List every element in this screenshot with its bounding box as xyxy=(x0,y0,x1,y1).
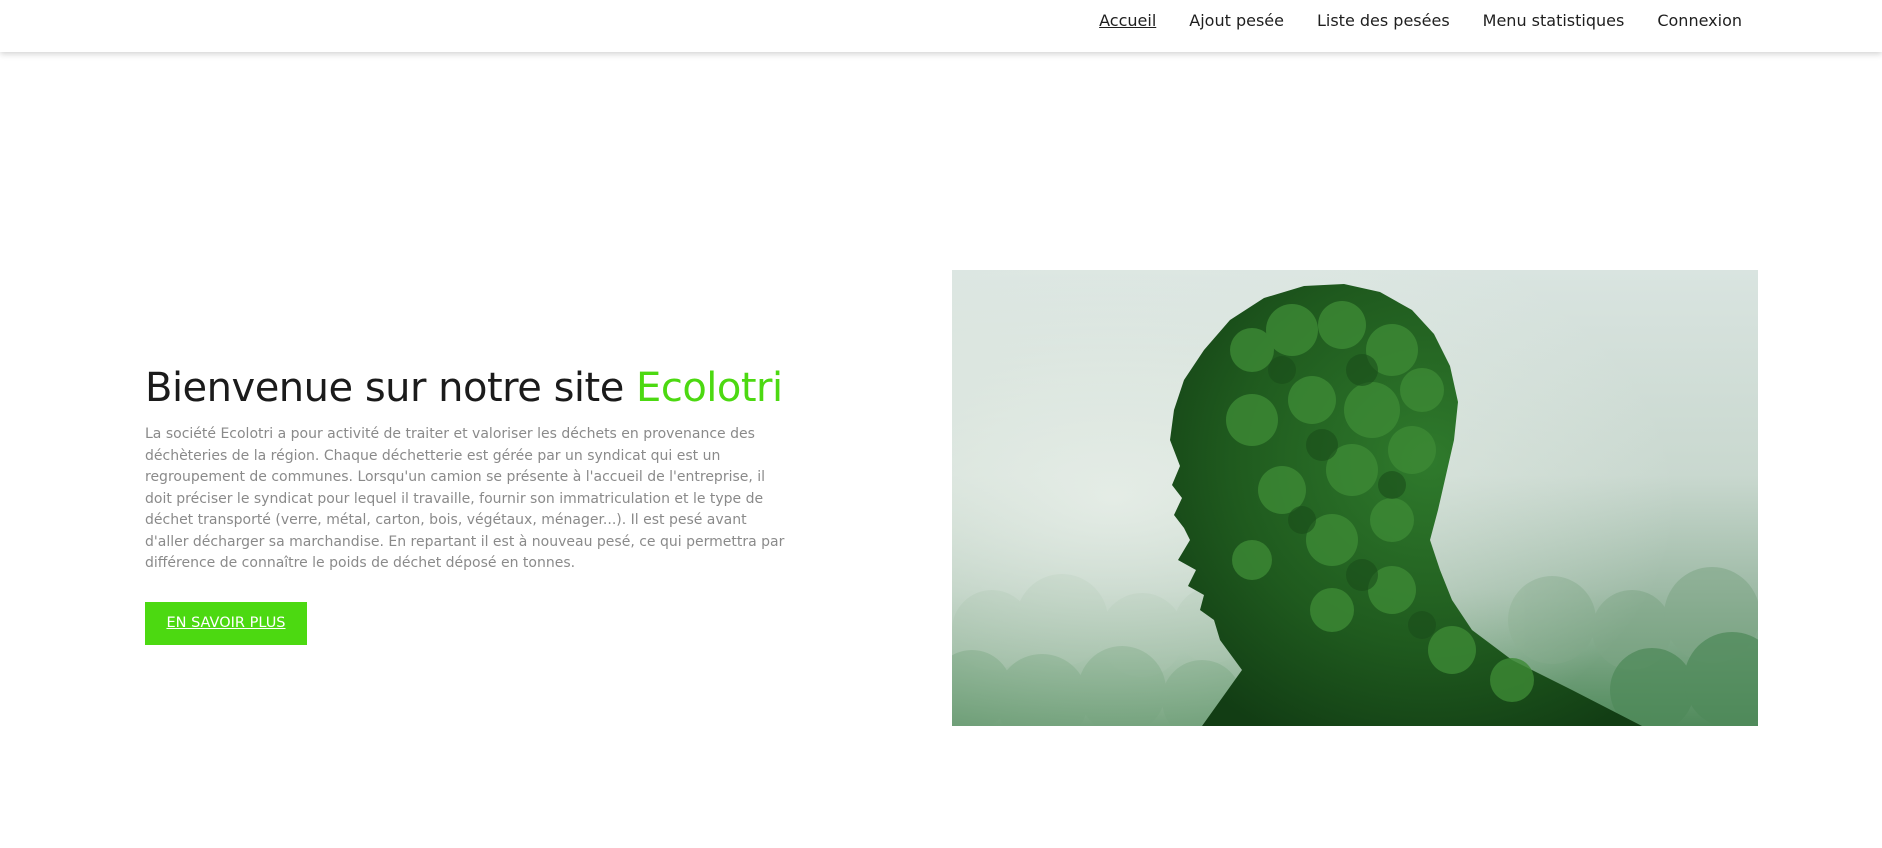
main-nav: Accueil Ajout pesée Liste des pesées Men… xyxy=(1066,0,1742,40)
forest-head-image xyxy=(952,270,1758,726)
nav-ajout-pesee[interactable]: Ajout pesée xyxy=(1189,11,1284,30)
en-savoir-plus-button[interactable]: EN SAVOIR PLUS xyxy=(145,601,307,645)
hero-description: La société Ecolotri a pour activité de t… xyxy=(145,426,785,571)
hero-title-brand: Ecolotri xyxy=(636,365,783,411)
navbar: Accueil Ajout pesée Liste des pesées Men… xyxy=(0,0,1882,52)
hero-title-prefix: Bienvenue sur notre site xyxy=(145,365,637,411)
nav-accueil[interactable]: Accueil xyxy=(1099,11,1156,30)
hero-image xyxy=(952,270,1758,726)
hero-text: Bienvenue sur notre site Ecolotri La soc… xyxy=(145,360,785,645)
hero-title: Bienvenue sur notre site Ecolotri xyxy=(145,360,785,416)
nav-menu-statistiques[interactable]: Menu statistiques xyxy=(1483,11,1625,30)
nav-liste-pesees[interactable]: Liste des pesées xyxy=(1317,11,1450,30)
nav-connexion[interactable]: Connexion xyxy=(1657,11,1742,30)
